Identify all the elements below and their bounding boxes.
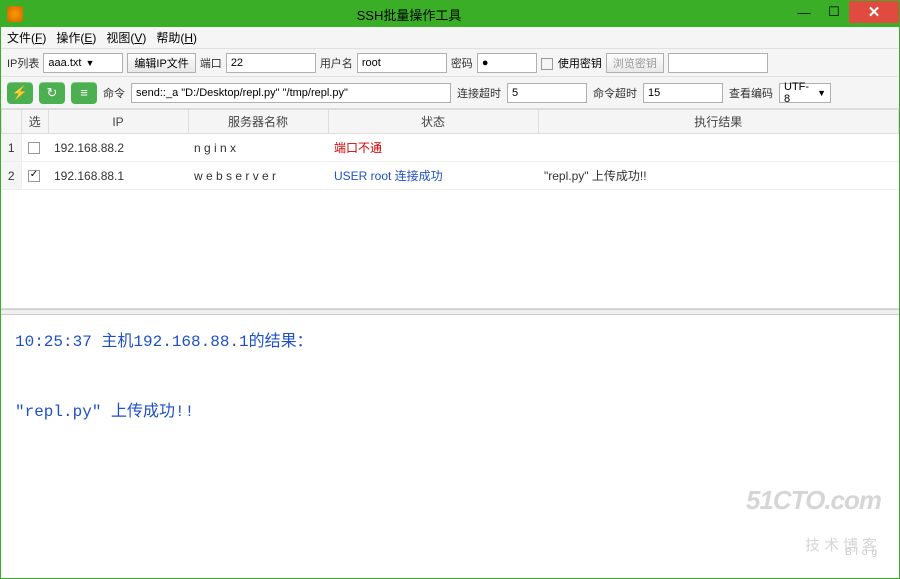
- col-server[interactable]: 服务器名称: [188, 110, 328, 134]
- col-sel[interactable]: 选: [22, 110, 49, 134]
- usekey-checkbox[interactable]: 使用密钥: [541, 55, 602, 71]
- window-title: SSH批量操作工具: [29, 5, 789, 24]
- watermark: 51CTO.com 技术博客 Blog: [746, 472, 881, 562]
- cmd-input[interactable]: [131, 83, 451, 103]
- cmd-timeout-input[interactable]: [643, 83, 723, 103]
- browse-key-button[interactable]: 浏览密钥: [606, 53, 664, 73]
- col-result[interactable]: 执行结果: [538, 110, 899, 134]
- menu-operate[interactable]: 操作(E): [56, 29, 96, 46]
- cell-server: w e b s e r v e r: [188, 162, 328, 190]
- chevron-down-icon: ▼: [85, 58, 94, 68]
- row-checkbox[interactable]: [22, 162, 49, 190]
- cell-status: USER root 连接成功: [328, 162, 538, 190]
- conn-timeout-label: 连接超时: [457, 85, 501, 101]
- host-table-wrap: 选 IP 服务器名称 状态 执行结果 1 192.168.88.2n g i n …: [1, 109, 899, 309]
- toolbar-row-2: ⚡ ↻ ≡ 命令 连接超时 命令超时 查看编码 UTF-8▼: [1, 77, 899, 109]
- log-line: 10:25:37 主机192.168.88.1的结果：: [15, 325, 885, 360]
- run-button[interactable]: ⚡: [7, 82, 33, 104]
- table-row[interactable]: 1 192.168.88.2n g i n x端口不通: [2, 134, 899, 162]
- port-label: 端口: [200, 55, 222, 71]
- conn-timeout-input[interactable]: [507, 83, 587, 103]
- window-controls: — ☐ ✕: [789, 1, 899, 27]
- cell-status: 端口不通: [328, 134, 538, 162]
- col-num: [2, 110, 22, 134]
- row-checkbox[interactable]: [22, 134, 49, 162]
- edit-ipfile-button[interactable]: 编辑IP文件: [127, 53, 195, 73]
- user-label: 用户名: [320, 55, 353, 71]
- cell-result: "repl.py" 上传成功!!: [538, 162, 899, 190]
- refresh-button[interactable]: ↻: [39, 82, 65, 104]
- menu-help[interactable]: 帮助(H): [156, 29, 197, 46]
- encoding-dropdown[interactable]: UTF-8▼: [779, 83, 831, 103]
- list-button[interactable]: ≡: [71, 82, 97, 104]
- user-input[interactable]: [357, 53, 447, 73]
- port-input[interactable]: [226, 53, 316, 73]
- log-line: "repl.py" 上传成功!!: [15, 395, 885, 430]
- table-row[interactable]: 2 192.168.88.1w e b s e r v e rUSER root …: [2, 162, 899, 190]
- cmd-timeout-label: 命令超时: [593, 85, 637, 101]
- app-icon: [7, 6, 23, 22]
- close-button[interactable]: ✕: [849, 1, 899, 23]
- maximize-button[interactable]: ☐: [819, 1, 849, 23]
- row-num: 2: [2, 162, 22, 190]
- minimize-button[interactable]: —: [789, 1, 819, 23]
- log-pane: 10:25:37 主机192.168.88.1的结果： "repl.py" 上传…: [1, 315, 899, 578]
- pwd-label: 密码: [451, 55, 473, 71]
- pwd-input[interactable]: [477, 53, 537, 73]
- toolbar-row-1: IP列表 aaa.txt▼ 编辑IP文件 端口 用户名 密码 使用密钥 浏览密钥: [1, 49, 899, 77]
- key-path-input[interactable]: [668, 53, 768, 73]
- cell-result: [538, 134, 899, 162]
- titlebar: SSH批量操作工具 — ☐ ✕: [1, 1, 899, 27]
- menu-view[interactable]: 视图(V): [106, 29, 146, 46]
- cmd-label: 命令: [103, 85, 125, 101]
- col-status[interactable]: 状态: [328, 110, 538, 134]
- cell-ip: 192.168.88.1: [48, 162, 188, 190]
- iplist-label: IP列表: [7, 55, 39, 71]
- cell-ip: 192.168.88.2: [48, 134, 188, 162]
- menubar: 文件(F) 操作(E) 视图(V) 帮助(H): [1, 27, 899, 49]
- cell-server: n g i n x: [188, 134, 328, 162]
- col-ip[interactable]: IP: [48, 110, 188, 134]
- menu-file[interactable]: 文件(F): [7, 29, 46, 46]
- row-num: 1: [2, 134, 22, 162]
- host-table: 选 IP 服务器名称 状态 执行结果 1 192.168.88.2n g i n …: [1, 109, 899, 190]
- window: SSH批量操作工具 — ☐ ✕ 文件(F) 操作(E) 视图(V) 帮助(H) …: [0, 0, 900, 579]
- iplist-dropdown[interactable]: aaa.txt▼: [43, 53, 123, 73]
- chevron-down-icon: ▼: [817, 88, 826, 98]
- encoding-label: 查看编码: [729, 85, 773, 101]
